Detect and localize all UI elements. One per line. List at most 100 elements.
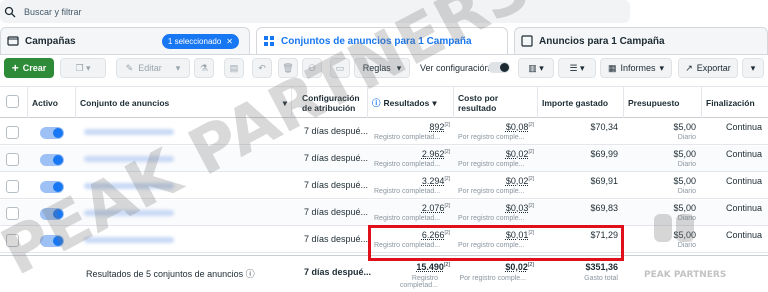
- tab-campaigns[interactable]: Campañas 1 seleccionado ✕: [0, 27, 250, 54]
- row-budget-sub: Diario: [677, 161, 696, 168]
- row-checkbox[interactable]: [6, 234, 19, 247]
- export-button[interactable]: ↗ Exportar: [678, 58, 738, 78]
- selected-badge-label: 1 seleccionado: [167, 37, 222, 46]
- search-placeholder: Buscar y filtrar: [24, 6, 82, 17]
- header-end[interactable]: Finalización: [702, 87, 768, 118]
- adset-name-redacted[interactable]: [84, 183, 174, 189]
- header-spent[interactable]: Importe gastado: [538, 87, 624, 118]
- row-results-value: 2.962: [421, 149, 445, 159]
- level-tabs: Campañas 1 seleccionado ✕ Conjuntos de a…: [0, 27, 768, 54]
- delete-button[interactable]: 🗑: [278, 58, 298, 78]
- row-checkbox[interactable]: [6, 207, 19, 220]
- undo-button[interactable]: ↶: [252, 58, 272, 78]
- row-results[interactable]: 3.294[2]: [372, 176, 450, 186]
- breakdown-button[interactable]: ☰ ▾: [558, 58, 596, 78]
- row-cost[interactable]: $0,02[2]: [456, 149, 534, 159]
- row-checkbox[interactable]: [6, 153, 19, 166]
- row-results-sub: Registro completad...: [374, 161, 441, 168]
- people-icon: ⚇: [307, 62, 317, 73]
- tab-ads-label: Anuncios para 1 Campaña: [539, 35, 665, 47]
- ab-test-button[interactable]: ⚗: [194, 58, 214, 78]
- tab-adsets[interactable]: Conjuntos de anuncios para 1 Campaña: [256, 27, 508, 54]
- toggle-knob: [53, 155, 63, 165]
- row-budget-sub: Diario: [677, 242, 696, 249]
- selected-badge[interactable]: 1 seleccionado ✕: [161, 34, 239, 49]
- reports-button[interactable]: ▦ Informes ▾: [600, 58, 672, 78]
- totals-spent: $351,36: [585, 262, 618, 272]
- active-toggle[interactable]: [40, 235, 64, 247]
- toggle-knob: [53, 128, 63, 138]
- close-icon[interactable]: ✕: [226, 37, 233, 46]
- row-cost[interactable]: $0,08[2]: [456, 122, 534, 132]
- row-checkbox[interactable]: [6, 126, 19, 139]
- active-toggle[interactable]: [40, 181, 64, 193]
- row-attribution: 7 días despué...: [304, 207, 369, 217]
- footnote-mark: [2]: [444, 122, 450, 128]
- preview-icon: ▭: [335, 62, 345, 73]
- row-attribution: 7 días despué...: [304, 234, 369, 244]
- totals-attribution: 7 días despué...: [304, 267, 372, 277]
- active-toggle[interactable]: [40, 127, 64, 139]
- totals-label: Resultados de 5 conjuntos de anuncios ⓘ: [86, 267, 255, 280]
- footnote-mark: [2]: [443, 262, 450, 268]
- chevron-down-icon: ▾: [432, 97, 437, 108]
- tab-ads[interactable]: Anuncios para 1 Campaña: [514, 27, 768, 54]
- pencil-icon: ✎: [125, 62, 134, 73]
- footnote-mark: [2]: [444, 149, 450, 155]
- active-toggle[interactable]: [40, 154, 64, 166]
- row-results[interactable]: 2.962[2]: [372, 149, 450, 159]
- adset-name-redacted[interactable]: [84, 237, 174, 243]
- adset-name-redacted[interactable]: [84, 156, 174, 162]
- select-all-checkbox[interactable]: [6, 95, 19, 108]
- table-row[interactable]: 7 días despué... 892[2] Registro completad…: [0, 119, 768, 145]
- audience-button[interactable]: ⚇: [302, 58, 322, 78]
- row-end: Continua: [725, 203, 762, 213]
- breakdown-icon: ☰ ▾: [569, 62, 585, 73]
- create-button[interactable]: + Crear: [4, 58, 54, 78]
- search-bar[interactable]: Buscar y filtrar: [0, 0, 630, 23]
- row-cost-sub: Por registro comple...: [458, 215, 525, 222]
- row-budget: $5,00: [673, 176, 696, 186]
- footnote-mark: [2]: [528, 122, 534, 128]
- row-results-value: 2.076: [421, 203, 445, 213]
- columns-button[interactable]: ▥ ▾: [518, 58, 554, 78]
- header-adset[interactable]: Conjunto de anuncios ▾: [76, 87, 292, 118]
- row-results[interactable]: 892[2]: [372, 122, 450, 132]
- totals-cost-sub: Por registro comple...: [459, 275, 526, 282]
- row-results-value: 3.294: [421, 176, 445, 186]
- rules-shortcut-button[interactable]: ▤: [224, 58, 244, 78]
- toggle-knob: [53, 236, 63, 246]
- row-results[interactable]: 2.076[2]: [372, 203, 450, 213]
- header-results[interactable]: ⓘ Resultados ▾: [368, 87, 454, 118]
- row-results-sub: Registro completad...: [374, 188, 441, 195]
- row-cost[interactable]: $0,03[2]: [456, 203, 534, 213]
- header-budget[interactable]: Presupuesto: [624, 87, 702, 118]
- header-results-label: Resultados: [383, 97, 430, 108]
- table-row[interactable]: 7 días despué... 3.294[2] Registro complet…: [0, 173, 768, 199]
- search-icon: [4, 6, 16, 17]
- header-cost[interactable]: Costo por resultado: [454, 87, 538, 118]
- row-budget: $5,00: [673, 230, 696, 240]
- duplicate-button[interactable]: ❐ ▾: [60, 58, 106, 78]
- active-toggle[interactable]: [40, 208, 64, 220]
- row-cost[interactable]: $0,02[2]: [456, 176, 534, 186]
- flask-icon: ⚗: [199, 62, 209, 73]
- view-setting-toggle[interactable]: [488, 62, 510, 73]
- toggle-knob: [500, 63, 509, 72]
- row-checkbox[interactable]: [6, 180, 19, 193]
- table-row[interactable]: 7 días despué... 2.962[2] Registro complet…: [0, 146, 768, 172]
- row-end: Continua: [725, 122, 762, 132]
- edit-button[interactable]: ✎ Editar ▾: [116, 58, 190, 78]
- report-icon: ▦: [607, 62, 617, 73]
- preview-button[interactable]: ▭: [330, 58, 350, 78]
- rules-button[interactable]: Reglas ▾: [354, 58, 410, 78]
- adset-name-redacted[interactable]: [84, 129, 174, 135]
- table-row[interactable]: 7 días despué... 2.076[2] Registro complet…: [0, 200, 768, 226]
- more-button[interactable]: ▾: [742, 58, 764, 78]
- header-attribution[interactable]: Configuración de atribución: [298, 87, 368, 118]
- row-spent: $69,91: [590, 176, 618, 186]
- row-end: Continua: [725, 176, 762, 186]
- adset-name-redacted[interactable]: [84, 210, 174, 216]
- header-select: [0, 87, 28, 118]
- header-active[interactable]: Activo: [28, 87, 76, 118]
